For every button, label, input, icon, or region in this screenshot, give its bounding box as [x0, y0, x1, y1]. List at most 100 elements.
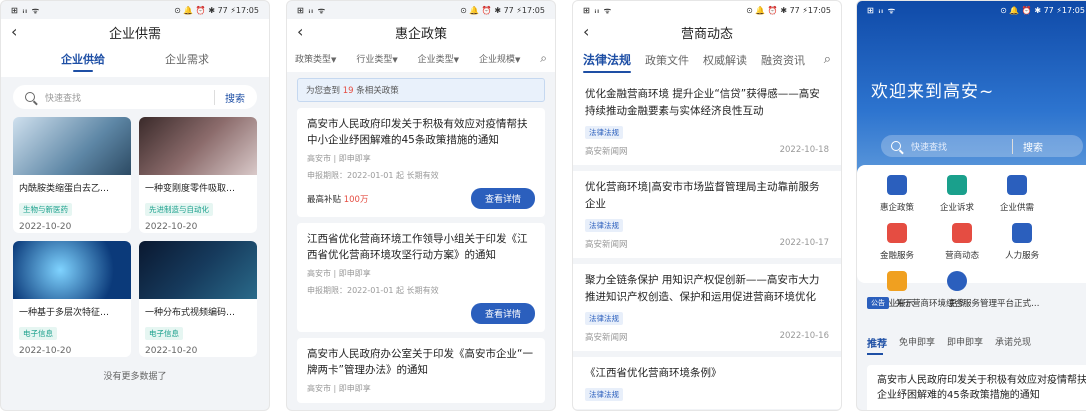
- tab-bar: 企业供给 企业需求: [1, 45, 269, 77]
- tab-laws[interactable]: 法律法规: [583, 51, 632, 73]
- supply-card[interactable]: 一种基于多层次特征… 电子信息 2022-10-20: [13, 241, 131, 357]
- caret-down-icon: ▼: [392, 56, 398, 64]
- filter-industry-type[interactable]: 行业类型▼: [356, 52, 397, 65]
- category-tag: 电子信息: [19, 327, 57, 340]
- view-details-button[interactable]: 查看详情: [470, 303, 535, 324]
- page-header: ‹ 企业供需: [1, 19, 269, 45]
- announcement-badge: 公告: [867, 297, 889, 309]
- news-item[interactable]: 优化金融营商环境 提升企业“信贷”获得感——高安持续推动金融要素与实体经济良性互…: [573, 78, 841, 171]
- news-item[interactable]: 优化营商环境|高安市市场监督管理局主动靠前服务企业 法律法规 高安新闻网 2022…: [573, 171, 841, 264]
- page-title: 营商动态: [680, 26, 733, 42]
- search-icon[interactable]: ⌕: [540, 51, 547, 66]
- filter-enterprise-scale[interactable]: 企业规模▼: [479, 52, 520, 65]
- graduation-cap-icon: [1012, 223, 1033, 243]
- policy-icon: [887, 175, 907, 195]
- filter-bar: 政策类型▼ 行业类型▼ 企业类型▼ 企业规模▼ ⌕: [287, 45, 555, 72]
- menu-supply-demand[interactable]: 企业供需: [987, 175, 1047, 213]
- menu-label: 企业诉求: [939, 203, 974, 213]
- news-tag: 法律法规: [585, 388, 623, 401]
- status-right: ⊙ 🔔 ⏰ ✱ 77 ⚡17:05: [746, 5, 831, 15]
- policy-org: 高安市 | 即申即享: [307, 154, 371, 163]
- tab-supply[interactable]: 企业供给: [61, 51, 105, 67]
- tab-interpretation[interactable]: 权威解读: [703, 52, 747, 68]
- finance-icon: [887, 223, 907, 243]
- search-bar[interactable]: 快速查找 搜索: [13, 85, 257, 109]
- subsidy-label: 最高补贴: [307, 194, 342, 205]
- news-item[interactable]: 聚力全链条保护 用知识产权促创新——高安市大力推进知识产权创造、保护和运用促进营…: [573, 264, 841, 357]
- tab-commitment[interactable]: 承诺兑现: [995, 335, 1031, 350]
- page-header: ‹ 惠企政策: [287, 19, 555, 45]
- status-bar: ⊞ ᵢₗ ᯤ ⊙ 🔔 ⏰ ✱ 77 ⚡17:05: [573, 1, 841, 19]
- filter-enterprise-type[interactable]: 企业类型▼: [418, 52, 459, 65]
- result-count-banner: 为您查到 19 条相关政策: [297, 78, 545, 102]
- filter-policy-type[interactable]: 政策类型▼: [295, 52, 336, 65]
- status-left: ⊞ ᵢₗ ᯤ: [297, 5, 327, 15]
- thumbnail-image: [139, 241, 257, 299]
- tab-apply-benefit[interactable]: 即申即享: [947, 335, 983, 350]
- news-tag: 法律法规: [585, 126, 623, 139]
- menu-appeals[interactable]: 企业诉求: [927, 175, 987, 213]
- announcement-text: 关于营商环境综合服务管理平台正式…: [895, 299, 1040, 309]
- status-left: ⊞ ᵢₗ ᯤ: [583, 5, 613, 15]
- news-item[interactable]: 《江西省优化营商环境条例》 法律法规: [573, 357, 841, 410]
- policy-title: 江西省优化营商环境工作领导小组关于印发《江西省优化营商环境攻坚行动方案》的通知: [307, 233, 528, 261]
- phone-policies: ⊞ ᵢₗ ᯤ ⊙ 🔔 ⏰ ✱ 77 ⚡17:05 ‹ 惠企政策 政策类型▼ 行业类型…: [286, 0, 556, 411]
- thumbnail-image: [13, 117, 131, 175]
- phone-business-news: ⊞ ᵢₗ ᯤ ⊙ 🔔 ⏰ ✱ 77 ⚡17:05 ‹ 营商动态 法律法规 政策文件 …: [572, 0, 842, 411]
- search-icon[interactable]: ⌕: [824, 52, 831, 67]
- tab-demand[interactable]: 企业需求: [165, 51, 209, 67]
- policy-title: 高安市人民政府印发关于积极有效应对疫情帮扶中小企业纾困解难的45条政策措施的通知: [307, 118, 528, 146]
- policy-card[interactable]: 高安市人民政府办公室关于印发《高安市企业“一牌两卡”管理办法》的通知 高安市 |…: [297, 338, 545, 403]
- tab-auto-benefit[interactable]: 免申即享: [899, 335, 935, 350]
- policy-card[interactable]: 高安市人民政府印发关于积极有效应对疫情帮扶中小企业纾困解难的45条政策措施的通知…: [297, 108, 545, 217]
- policy-org: 高安市 | 即申即享: [307, 384, 371, 393]
- filter-label: 企业类型: [417, 55, 454, 65]
- back-icon[interactable]: ‹: [297, 22, 303, 41]
- back-icon[interactable]: ‹: [583, 22, 589, 41]
- supply-card[interactable]: 一种变刚度零件吸取… 先进制造与自动化 2022-10-20: [139, 117, 257, 233]
- page-title: 企业供需: [108, 26, 161, 42]
- card-date: 2022-10-20: [145, 346, 198, 356]
- menu-label: 人力服务: [1005, 251, 1040, 261]
- policy-preview[interactable]: 高安市人民政府印发关于积极有效应对疫情帮扶中小企业纾困解难的45条政策措施的通知: [867, 365, 1086, 410]
- menu-label: 企业供需: [999, 203, 1034, 213]
- status-left: ⊞ ᵢₗ ᯤ: [867, 5, 897, 15]
- tab-finance-news[interactable]: 融资资讯: [761, 52, 805, 68]
- more-icon: [947, 271, 967, 291]
- policy-tabs: 推荐 免申即享 即申即享 承诺兑现: [867, 335, 1086, 355]
- search-button[interactable]: 搜索: [1012, 138, 1043, 154]
- supply-card[interactable]: 一种分布式视频编码… 电子信息 2022-10-20: [139, 241, 257, 357]
- search-button[interactable]: 搜索: [214, 89, 245, 105]
- menu-finance[interactable]: 金融服务: [867, 223, 927, 261]
- tab-recommended[interactable]: 推荐: [867, 335, 887, 355]
- menu-label: 营商动态: [945, 251, 980, 261]
- news-tag: 法律法规: [585, 219, 623, 232]
- news-icon: [952, 223, 973, 243]
- status-bar: ⊞ ᵢₗ ᯤ ⊙ 🔔 ⏰ ✱ 77 ⚡17:05: [287, 1, 555, 19]
- status-left: ⊞ ᵢₗ ᯤ: [11, 5, 41, 15]
- search-input[interactable]: 快速查找: [911, 140, 947, 153]
- back-icon[interactable]: ‹: [11, 22, 17, 41]
- book-icon: [887, 271, 907, 291]
- news-source: 高安新闻网: [585, 333, 628, 343]
- news-title: 优化金融营商环境 提升企业“信贷”获得感——高安持续推动金融要素与实体经济良性互…: [585, 88, 820, 117]
- news-source: 高安新闻网: [585, 147, 628, 157]
- supply-card[interactable]: 内酰胺类缩蛋白去乙… 生物与新医药 2022-10-20: [13, 117, 131, 233]
- menu-news[interactable]: 营商动态: [932, 223, 992, 261]
- category-tag: 生物与新医药: [19, 203, 72, 216]
- phone-home: ⊞ ᵢₗ ᯤ ⊙ 🔔 ⏰ ✱ 77 ⚡17:05 欢迎来到高安~ 快速查找 搜索 惠…: [856, 0, 1086, 411]
- announcement-bar[interactable]: 公告 关于营商环境综合服务管理平台正式…: [867, 297, 1086, 309]
- view-details-button[interactable]: 查看详情: [470, 188, 535, 209]
- menu-hr[interactable]: 人力服务: [992, 223, 1052, 261]
- no-more-text: 没有更多数据了: [103, 372, 167, 382]
- search-input[interactable]: 快速查找: [45, 91, 81, 104]
- card-title: 一种变刚度零件吸取…: [145, 184, 236, 194]
- card-title: 一种分布式视频编码…: [145, 308, 236, 318]
- search-bar[interactable]: 快速查找 搜索: [881, 135, 1083, 157]
- caret-down-icon: ▼: [514, 56, 521, 64]
- tab-policy-docs[interactable]: 政策文件: [645, 52, 689, 68]
- result-count: 19: [342, 86, 354, 96]
- search-icon: [25, 92, 35, 102]
- menu-policies[interactable]: 惠企政策: [867, 175, 927, 213]
- policy-card[interactable]: 江西省优化营商环境工作领导小组关于印发《江西省优化营商环境攻坚行动方案》的通知 …: [297, 223, 545, 332]
